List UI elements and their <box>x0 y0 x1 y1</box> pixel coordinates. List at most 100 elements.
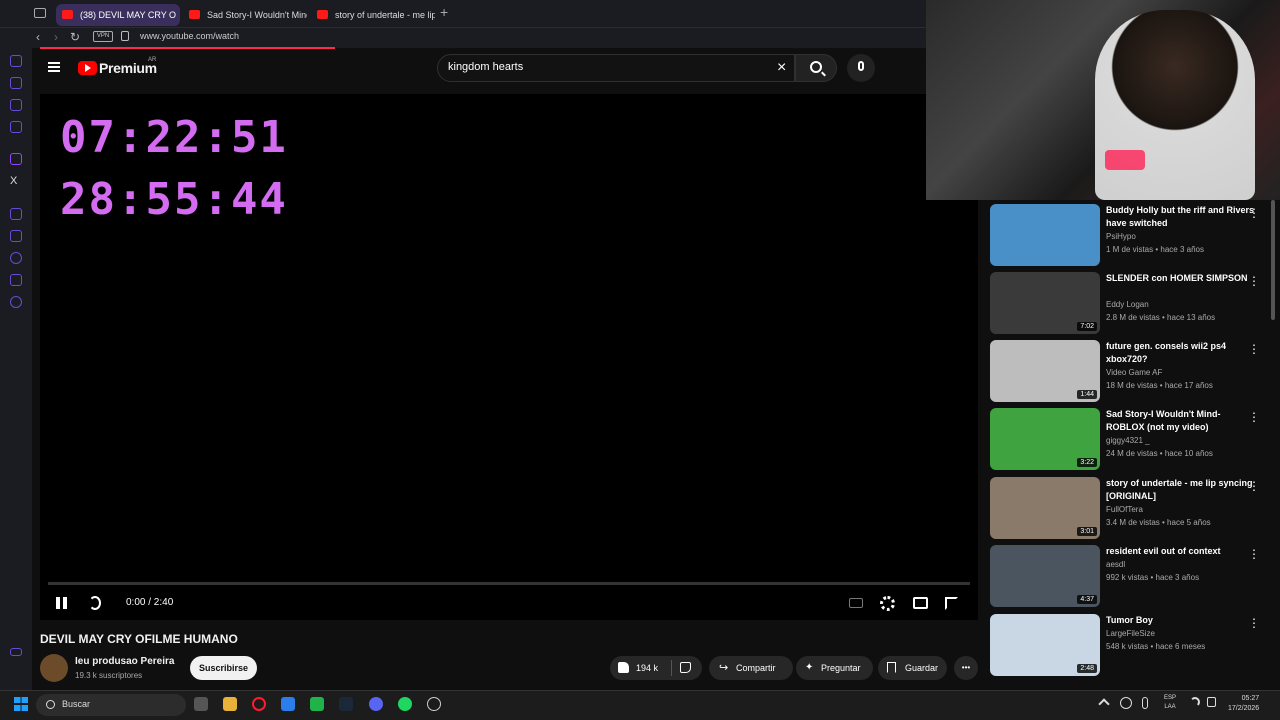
recommendation-title[interactable]: Tumor Boy <box>1106 614 1256 627</box>
recommendation-thumbnail[interactable]: 3:22 <box>990 408 1100 470</box>
file-explorer-icon[interactable] <box>223 697 237 711</box>
speaker-icon[interactable] <box>1207 697 1216 707</box>
more-options-icon[interactable]: ⋮ <box>1248 274 1260 288</box>
vpn-badge[interactable]: VPN <box>93 31 113 42</box>
more-options-icon[interactable]: ⋮ <box>1248 616 1260 630</box>
more-options-icon[interactable]: ⋮ <box>1248 479 1260 493</box>
task-view-icon[interactable] <box>194 697 208 711</box>
discord-icon[interactable] <box>369 697 383 711</box>
settings-gear-icon[interactable] <box>880 596 895 611</box>
sidebar-aria-icon[interactable] <box>10 55 22 67</box>
lock-icon[interactable] <box>121 31 129 41</box>
volume-icon[interactable] <box>89 596 101 610</box>
recommendation-thumbnail[interactable]: 2:48 <box>990 614 1100 676</box>
more-options-icon[interactable]: ⋮ <box>1248 410 1260 424</box>
hamburger-menu-icon[interactable] <box>48 62 60 72</box>
recommendation-thumbnail[interactable]: 3:01 <box>990 477 1100 539</box>
subscribe-button[interactable]: Suscribirse <box>190 656 257 680</box>
share-button[interactable]: ↪ Compartir <box>709 656 793 680</box>
notepad-icon[interactable] <box>281 697 295 711</box>
taskbar-search-label[interactable]: Buscar <box>62 699 90 709</box>
tab-undertale[interactable]: story of undertale - me lip <box>311 4 435 26</box>
recommendation-title[interactable]: resident evil out of context <box>1106 545 1256 558</box>
recommendation-item[interactable]: 3:01 story of undertale - me lip syncing… <box>990 477 1280 539</box>
recommendation-channel[interactable]: FullOfTera <box>1106 505 1143 514</box>
app-icon[interactable] <box>427 697 441 711</box>
sidebar-history-icon[interactable] <box>10 252 22 264</box>
more-options-icon[interactable]: ⋮ <box>1248 342 1260 356</box>
theater-mode-icon[interactable] <box>913 597 928 609</box>
new-tab-button[interactable]: + <box>440 4 448 20</box>
sidebar-ai-icon[interactable] <box>10 99 22 111</box>
search-query[interactable]: kingdom hearts <box>448 61 523 73</box>
sidebar-more-icon[interactable] <box>10 648 22 656</box>
more-options-icon[interactable]: ⋮ <box>1248 547 1260 561</box>
microphone-tray-icon[interactable] <box>1142 697 1148 709</box>
channel-avatar[interactable] <box>40 654 68 682</box>
like-count[interactable]: 194 k <box>636 656 658 680</box>
recommendation-thumbnail[interactable]: 4:37 <box>990 545 1100 607</box>
like-icon[interactable] <box>618 662 629 673</box>
search-button[interactable] <box>795 54 837 82</box>
recommendation-channel[interactable]: giggy4321 _ <box>1106 436 1150 445</box>
recommendation-title[interactable]: future gen. consels wii2 ps4 xbox720? <box>1106 340 1256 366</box>
recommendation-item[interactable]: 2:48 Tumor Boy LargeFileSize 548 k vista… <box>990 614 1280 676</box>
sidebar-extensions-icon[interactable] <box>10 274 22 286</box>
dislike-icon[interactable] <box>680 662 691 673</box>
recommendation-channel[interactable]: aesdl <box>1106 560 1125 569</box>
url-field[interactable]: www.youtube.com/watch <box>140 31 239 41</box>
sidebar-twitch-icon[interactable] <box>10 153 22 165</box>
windows-start-icon[interactable] <box>14 697 28 711</box>
recommendation-title[interactable]: Sad Story-I Wouldn't Mind-ROBLOX (not my… <box>1106 408 1256 434</box>
youtube-logo-icon[interactable] <box>78 61 97 75</box>
save-button[interactable]: Guardar <box>878 656 947 680</box>
recommendation-thumbnail[interactable]: 7:02 <box>990 272 1100 334</box>
sidebar-pin-icon[interactable] <box>10 230 22 242</box>
taskbar-search[interactable] <box>36 694 186 716</box>
recommendation-channel[interactable]: LargeFileSize <box>1106 629 1155 638</box>
clear-search-icon[interactable]: × <box>777 60 786 76</box>
more-options-icon[interactable]: ⋮ <box>1248 206 1260 220</box>
recommendation-title[interactable]: story of undertale - me lip syncing [ORI… <box>1106 477 1256 503</box>
recommendation-item[interactable]: 3:22 Sad Story-I Wouldn't Mind-ROBLOX (n… <box>990 408 1280 470</box>
voice-search-button[interactable] <box>847 54 875 82</box>
recommendation-title[interactable]: SLENDER con HOMER SIMPSON <box>1106 272 1256 285</box>
recommendation-thumbnail[interactable]: 1:44 <box>990 340 1100 402</box>
recommendation-channel[interactable]: PsiHypo <box>1106 232 1136 241</box>
fullscreen-icon[interactable] <box>945 597 958 610</box>
recommendation-channel[interactable]: Eddy Logan <box>1106 300 1149 309</box>
sidebar-messenger-icon[interactable] <box>10 121 22 133</box>
sidebar-x-icon[interactable]: X <box>10 175 22 187</box>
tab-overview-icon[interactable] <box>34 8 46 18</box>
recommendation-item[interactable]: 7:02 SLENDER con HOMER SIMPSON Eddy Loga… <box>990 272 1280 334</box>
spreadsheet-icon[interactable] <box>310 697 324 711</box>
subtitles-icon[interactable] <box>849 598 863 608</box>
recommendations-scrollbar[interactable] <box>1271 200 1275 320</box>
tab-devil-may-cry[interactable]: (38) DEVIL MAY CRY O <box>56 4 180 26</box>
recommendation-channel[interactable]: Video Game AF <box>1106 368 1162 377</box>
tab-sad-story[interactable]: Sad Story-I Wouldn't Mind <box>183 4 307 26</box>
recommendation-item[interactable]: 1:44 future gen. consels wii2 ps4 xbox72… <box>990 340 1280 402</box>
recommendation-title[interactable]: Buddy Holly but the riff and Rivers have… <box>1106 204 1256 230</box>
sidebar-workspace-icon[interactable] <box>10 77 22 89</box>
sidebar-settings-icon[interactable] <box>10 296 22 308</box>
recommendation-item[interactable]: 4:37 resident evil out of context aesdl … <box>990 545 1280 607</box>
sidebar-player-icon[interactable] <box>10 208 22 220</box>
video-player[interactable]: 07:22:51 28:55:44 <box>40 94 978 620</box>
system-clock[interactable]: 05:27 17/2/2026 <box>1228 694 1259 714</box>
language-indicator[interactable]: ESP LAA <box>1164 694 1176 712</box>
recommendation-item[interactable]: Buddy Holly but the riff and Rivers have… <box>990 204 1280 266</box>
recommendation-thumbnail[interactable] <box>990 204 1100 266</box>
wifi-icon[interactable] <box>1190 697 1200 707</box>
channel-name[interactable]: Ieu produsao Pereira <box>75 656 174 667</box>
opera-taskbar-icon[interactable] <box>252 697 266 711</box>
tray-app-icon[interactable] <box>1120 697 1132 709</box>
steam-icon[interactable] <box>339 697 353 711</box>
spotify-icon[interactable] <box>398 697 412 711</box>
forward-icon[interactable]: › <box>54 30 58 44</box>
more-actions-button[interactable]: ••• <box>954 656 978 680</box>
reload-icon[interactable]: ↻ <box>70 30 80 44</box>
pause-icon[interactable] <box>56 597 68 609</box>
ask-button[interactable]: ✦ Preguntar <box>796 656 873 680</box>
seek-bar[interactable] <box>48 582 970 585</box>
